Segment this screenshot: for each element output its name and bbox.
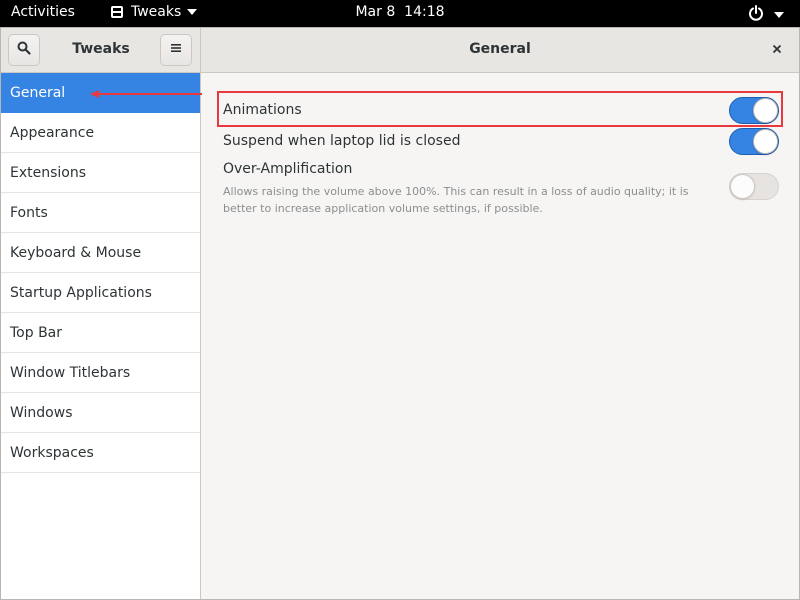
settings-panel: Animations Suspend when laptop lid is cl… — [201, 73, 799, 599]
suspend-label: Suspend when laptop lid is closed — [223, 133, 461, 149]
sidebar-header: Tweaks — [1, 28, 201, 73]
toggle-knob — [730, 174, 755, 199]
app-menu-label: Tweaks — [131, 4, 182, 20]
sidebar-item-top-bar[interactable]: Top Bar — [1, 313, 200, 353]
clock-date: Mar 8 — [355, 4, 396, 20]
chevron-down-icon — [774, 12, 784, 18]
sidebar-item-windows[interactable]: Windows — [1, 393, 200, 433]
app-menu-icon — [110, 5, 124, 19]
close-icon — [772, 42, 782, 58]
sidebar-item-keyboard-mouse[interactable]: Keyboard & Mouse — [1, 233, 200, 273]
over-amplification-description: Allows raising the volume above 100%. Th… — [223, 185, 689, 215]
activities-button[interactable]: Activities — [11, 4, 75, 20]
sidebar-item-extensions[interactable]: Extensions — [1, 153, 200, 193]
sidebar-item-startup-applications[interactable]: Startup Applications — [1, 273, 200, 313]
sidebar: General Appearance Extensions Fonts Keyb… — [1, 73, 201, 599]
tweaks-window: Tweaks General General Appearance Extens… — [0, 27, 800, 600]
sidebar-item-workspaces[interactable]: Workspaces — [1, 433, 200, 473]
over-amplification-label: Over-Amplification — [223, 161, 353, 177]
chevron-down-icon — [187, 9, 198, 15]
animations-toggle[interactable] — [729, 97, 779, 124]
power-icon — [748, 5, 764, 25]
suspend-toggle[interactable] — [729, 128, 779, 155]
over-amplification-toggle[interactable] — [729, 173, 779, 200]
sidebar-item-window-titlebars[interactable]: Window Titlebars — [1, 353, 200, 393]
content-header: General — [201, 28, 799, 73]
clock-time: 14:18 — [404, 4, 445, 20]
toggle-knob — [753, 98, 778, 123]
sidebar-item-general[interactable]: General — [1, 73, 200, 113]
menu-button[interactable] — [160, 34, 192, 66]
close-button[interactable] — [767, 40, 787, 60]
clock-button[interactable]: Mar 8 14:18 — [355, 4, 444, 20]
page-title: General — [469, 41, 531, 57]
toggle-knob — [753, 129, 778, 154]
animations-label: Animations — [223, 102, 302, 118]
sidebar-item-fonts[interactable]: Fonts — [1, 193, 200, 233]
system-menu[interactable] — [748, 5, 784, 25]
app-menu[interactable]: Tweaks — [110, 4, 198, 20]
top-bar: Activities Tweaks Mar 8 14:18 — [0, 0, 800, 27]
hamburger-menu-icon — [170, 42, 182, 58]
sidebar-item-appearance[interactable]: Appearance — [1, 113, 200, 153]
